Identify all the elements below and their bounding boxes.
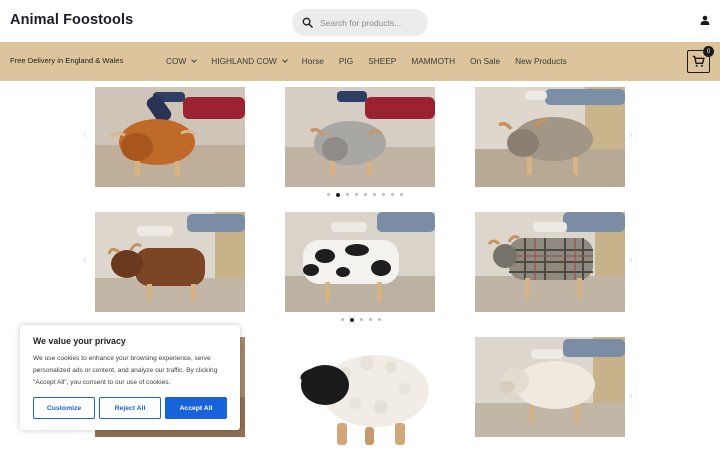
slider-dot[interactable] xyxy=(355,193,358,196)
slider-next-arrow[interactable]: › xyxy=(629,390,633,402)
slider-dot[interactable] xyxy=(360,318,363,321)
menu-item-label: HIGHLAND COW xyxy=(211,56,277,66)
chevron-down-icon xyxy=(281,56,288,63)
menu-item-label: SHEEP xyxy=(368,56,397,66)
slider-dot-active[interactable] xyxy=(336,192,340,197)
cart-count-badge: 0 xyxy=(703,46,714,57)
slider-next-arrow[interactable]: › xyxy=(629,254,633,266)
menu-item-mammoth[interactable]: MAMMOTH xyxy=(411,56,455,66)
slider-dot[interactable] xyxy=(400,193,403,196)
cookie-title: We value your privacy xyxy=(33,336,126,346)
menu-item-on-sale[interactable]: On Sale xyxy=(470,56,500,66)
cart-button[interactable]: 0 xyxy=(687,46,714,73)
menu-item-label: New Products xyxy=(515,56,567,66)
accept-all-button[interactable]: Accept All xyxy=(165,397,227,419)
menu-item-highland-cow[interactable]: HIGHLAND COW xyxy=(211,56,288,66)
cart-icon xyxy=(692,55,705,67)
slider-dot[interactable] xyxy=(364,193,367,196)
menu-item-label: On Sale xyxy=(470,56,501,66)
customize-button[interactable]: Customize xyxy=(33,397,95,419)
search-box[interactable] xyxy=(292,9,428,36)
delivery-notice: Free Delivery in England & Wales xyxy=(10,56,124,65)
search-input[interactable] xyxy=(320,17,420,28)
menu-item-new-products[interactable]: New Products xyxy=(515,56,567,66)
slider-next-arrow[interactable]: › xyxy=(629,129,633,141)
slider-dots-row1 xyxy=(327,192,403,197)
slider-prev-arrow[interactable]: ‹ xyxy=(83,129,87,141)
product-image-highland-cow-ginger[interactable] xyxy=(95,87,245,187)
product-image-highland-cow-fawn[interactable] xyxy=(475,87,625,187)
slider-dot[interactable] xyxy=(382,193,385,196)
menu-item-horse[interactable]: Horse xyxy=(302,56,324,66)
slider-dots-row2 xyxy=(341,317,381,322)
cookie-button-group: Customize Reject All Accept All xyxy=(33,397,227,419)
menu-item-label: PIG xyxy=(338,56,354,66)
slider-dot-active[interactable] xyxy=(350,317,354,322)
menu-item-label: COW xyxy=(166,56,187,66)
cookie-description: We use cookies to enhance your browsing … xyxy=(33,355,218,386)
slider-dot[interactable] xyxy=(378,318,381,321)
search-icon xyxy=(302,17,313,28)
cookie-consent-banner: We value your privacy We use cookies to … xyxy=(20,325,240,430)
slider-dot[interactable] xyxy=(346,193,349,196)
menu-item-pig[interactable]: PIG xyxy=(339,56,353,66)
slider-dot[interactable] xyxy=(391,193,394,196)
slider-dot[interactable] xyxy=(373,193,376,196)
product-image-cow-brown[interactable] xyxy=(95,212,245,312)
menu-item-sheep[interactable]: SHEEP xyxy=(368,56,396,66)
slider-dot[interactable] xyxy=(327,193,330,196)
slider-prev-arrow[interactable]: ‹ xyxy=(83,254,87,266)
slider-dot[interactable] xyxy=(369,318,372,321)
user-account-icon[interactable] xyxy=(700,15,710,25)
top-header: Animal Foostools xyxy=(0,0,720,42)
product-image-highland-cow-tartan[interactable] xyxy=(475,212,625,312)
menu-item-cow[interactable]: COW xyxy=(166,56,198,66)
product-image-highland-cow-grey[interactable] xyxy=(285,87,435,187)
site-logo[interactable]: Animal Foostools xyxy=(10,12,133,28)
main-menu: COW HIGHLAND COW Horse PIG SHEEP MAMMOTH… xyxy=(166,56,582,66)
slider-dot[interactable] xyxy=(341,318,344,321)
product-image-sheep-cream[interactable] xyxy=(475,337,625,437)
menu-item-label: MAMMOTH xyxy=(411,56,456,66)
reject-all-button[interactable]: Reject All xyxy=(99,397,161,419)
menu-item-label: Horse xyxy=(301,56,324,66)
main-navigation-bar: Free Delivery in England & Wales COW HIG… xyxy=(0,42,720,81)
product-image-cow-black-white[interactable] xyxy=(285,212,435,312)
chevron-down-icon xyxy=(191,56,198,63)
product-image-sheep-white[interactable] xyxy=(285,337,435,450)
